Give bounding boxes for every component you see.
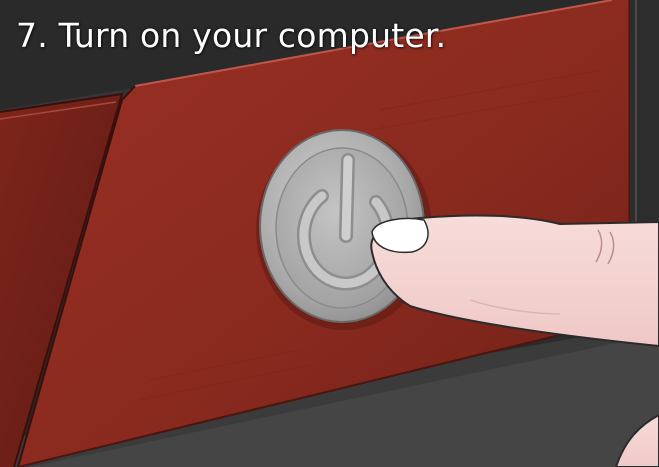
computer-illustration [0, 0, 659, 467]
step-illustration-frame: 7. Turn on your computer. [0, 0, 659, 467]
step-caption: 7. Turn on your computer. [16, 16, 447, 55]
